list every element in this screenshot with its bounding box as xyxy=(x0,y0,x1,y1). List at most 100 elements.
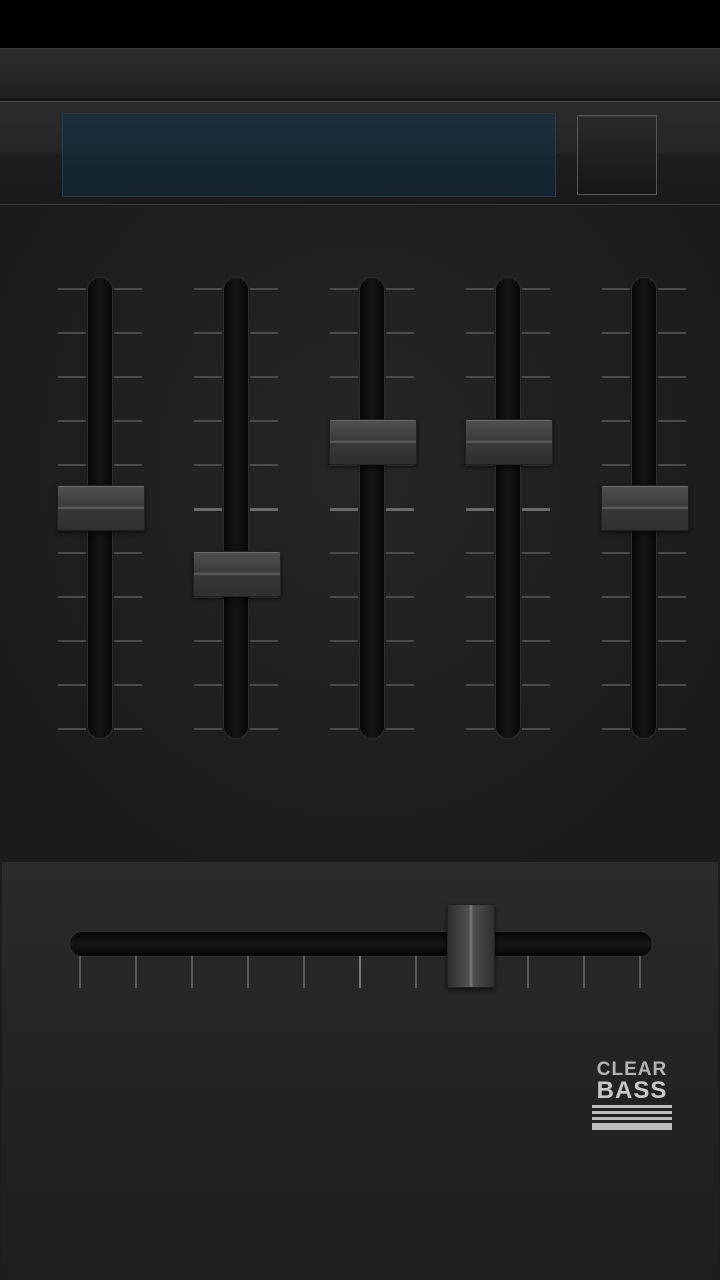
eq-scale-tick xyxy=(522,596,550,598)
eq-scale-tick xyxy=(330,376,358,378)
eq-scale-tick xyxy=(386,684,414,686)
eq-scale-tick xyxy=(466,552,494,554)
clear-bass-scale-tick xyxy=(415,956,417,988)
clear-bass-scale-tick xyxy=(247,956,249,988)
eq-scale-tick xyxy=(330,552,358,554)
eq-scale-tick xyxy=(114,288,142,290)
eq-scale-tick xyxy=(466,640,494,642)
clear-bass-scale-tick xyxy=(639,956,641,988)
eq-scale-tick xyxy=(194,464,222,466)
eq-scale-tick xyxy=(330,332,358,334)
eq-band-knob[interactable] xyxy=(465,419,553,465)
eq-scale-tick xyxy=(194,420,222,422)
eq-scale-tick xyxy=(522,288,550,290)
eq-band-3 xyxy=(324,206,420,862)
clear-bass-scale-tick xyxy=(359,956,361,988)
eq-scale-tick xyxy=(330,288,358,290)
eq-scale-tick xyxy=(58,332,86,334)
eq-scale-tick xyxy=(658,288,686,290)
clear-bass-slider-knob[interactable] xyxy=(447,904,495,988)
eq-scale-tick xyxy=(330,640,358,642)
eq-scale-tick xyxy=(250,684,278,686)
eq-band-track[interactable] xyxy=(224,278,248,738)
eq-scale-tick xyxy=(114,332,142,334)
eq-scale-tick xyxy=(250,376,278,378)
eq-scale-tick xyxy=(58,420,86,422)
eq-scale-tick xyxy=(114,464,142,466)
eq-scale-tick xyxy=(602,464,630,466)
clear-bass-bars-icon xyxy=(592,1105,672,1130)
eq-scale-tick xyxy=(114,376,142,378)
eq-scale-tick xyxy=(658,596,686,598)
eq-scale-tick xyxy=(658,376,686,378)
eq-scale-tick xyxy=(58,376,86,378)
eq-scale-tick xyxy=(522,332,550,334)
eq-scale-tick xyxy=(466,684,494,686)
eq-scale-tick xyxy=(386,376,414,378)
eq-scale-tick xyxy=(522,728,550,730)
eq-scale-tick xyxy=(602,376,630,378)
eq-scale-tick xyxy=(194,288,222,290)
eq-scale-tick xyxy=(194,508,222,511)
eq-scale-tick xyxy=(658,420,686,422)
eq-scale-tick xyxy=(386,332,414,334)
eq-band-knob[interactable] xyxy=(57,485,145,531)
eq-band-knob[interactable] xyxy=(329,419,417,465)
eq-scale-tick xyxy=(330,596,358,598)
clear-bass-slider-track[interactable] xyxy=(70,932,652,956)
eq-scale-tick xyxy=(602,684,630,686)
eq-scale-tick xyxy=(602,596,630,598)
clear-bass-scale-tick xyxy=(303,956,305,988)
eq-scale-tick xyxy=(466,376,494,378)
eq-scale-tick xyxy=(250,728,278,730)
eq-scale-tick xyxy=(602,552,630,554)
eq-scale-tick xyxy=(466,508,494,511)
eq-scale-tick xyxy=(114,596,142,598)
eq-scale-tick xyxy=(466,288,494,290)
eq-scale-tick xyxy=(114,640,142,642)
eq-scale-tick xyxy=(114,728,142,730)
clear-bass-scale-tick xyxy=(583,956,585,988)
preset-menu-button[interactable] xyxy=(577,115,657,195)
eq-scale-tick xyxy=(114,420,142,422)
eq-scale-tick xyxy=(58,640,86,642)
eq-scale-tick xyxy=(250,332,278,334)
eq-scale-tick xyxy=(330,728,358,730)
eq-scale-tick xyxy=(658,728,686,730)
clear-bass-scale-tick xyxy=(135,956,137,988)
eq-scale-tick xyxy=(522,684,550,686)
eq-scale-tick xyxy=(466,332,494,334)
eq-scale-tick xyxy=(658,552,686,554)
eq-scale-tick xyxy=(250,288,278,290)
eq-scale-tick xyxy=(602,640,630,642)
eq-scale-tick xyxy=(194,332,222,334)
eq-scale-tick xyxy=(602,420,630,422)
eq-scale-tick xyxy=(658,332,686,334)
eq-scale-tick xyxy=(194,640,222,642)
eq-scale-tick xyxy=(658,684,686,686)
eq-scale-tick xyxy=(602,728,630,730)
eq-scale-tick xyxy=(58,728,86,730)
eq-band-track[interactable] xyxy=(360,278,384,738)
eq-scale-tick xyxy=(522,376,550,378)
eq-scale-tick xyxy=(250,420,278,422)
preset-display[interactable] xyxy=(62,113,556,197)
title-bar xyxy=(0,48,720,100)
eq-band-knob[interactable] xyxy=(601,485,689,531)
eq-band-1 xyxy=(52,206,148,862)
eq-band-5 xyxy=(596,206,692,862)
clear-bass-scale-tick xyxy=(527,956,529,988)
eq-scale-tick xyxy=(114,552,142,554)
eq-band-4 xyxy=(460,206,556,862)
clear-bass-scale-tick xyxy=(191,956,193,988)
eq-scale-tick xyxy=(330,508,358,511)
eq-scale-tick xyxy=(58,288,86,290)
eq-scale-tick xyxy=(602,332,630,334)
eq-band-knob[interactable] xyxy=(193,551,281,597)
equalizer-panel xyxy=(0,206,720,862)
eq-scale-tick xyxy=(194,728,222,730)
eq-scale-tick xyxy=(658,464,686,466)
eq-band-track[interactable] xyxy=(496,278,520,738)
status-bar xyxy=(0,0,720,48)
eq-scale-tick xyxy=(522,552,550,554)
